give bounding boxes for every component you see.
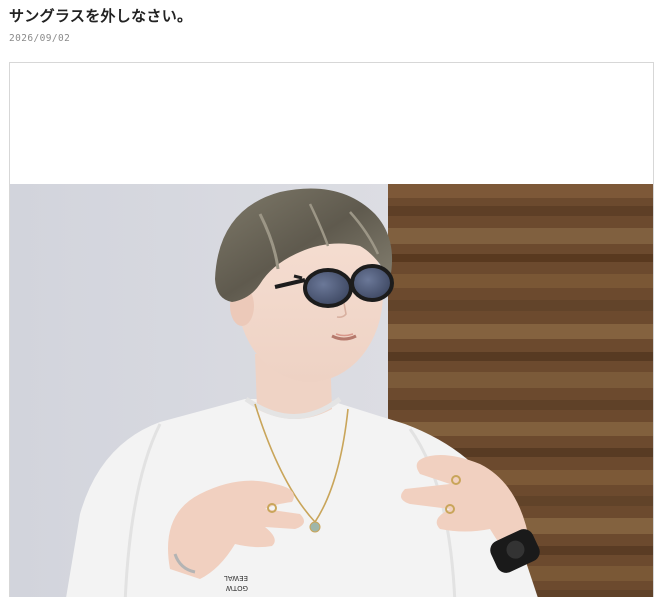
post-image-frame: EEWAL GOTW: [9, 62, 654, 597]
post-date: 2026/09/02: [9, 33, 71, 44]
shirt-print-line2: GOTW: [226, 584, 248, 592]
post-photo[interactable]: EEWAL GOTW: [10, 184, 654, 597]
blog-post-page: サングラスを外しなさい。 2026/09/02 EEWAL GOTW: [0, 0, 662, 597]
post-title[interactable]: サングラスを外しなさい。: [9, 5, 192, 26]
shirt-print-line1: EEWAL: [224, 574, 248, 582]
